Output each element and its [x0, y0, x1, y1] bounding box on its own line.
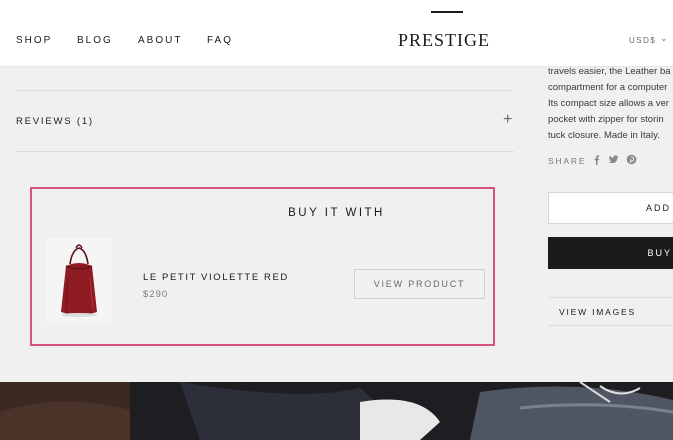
site-header: SHOP BLOG ABOUT FAQ PRESTIGE USD$ ⌄	[0, 0, 673, 67]
product-description-line: travels easier, the Leather ba	[548, 66, 671, 77]
share-label: SHARE	[548, 156, 587, 166]
divider	[548, 325, 673, 326]
product-image[interactable]	[46, 238, 112, 324]
twitter-icon[interactable]	[608, 154, 619, 165]
product-description-line: pocket with zipper for storin	[548, 114, 664, 125]
nav-faq[interactable]: FAQ	[207, 35, 233, 46]
product-description-line: compartment for a computer	[548, 82, 668, 93]
view-images-link[interactable]: VIEW IMAGES	[559, 307, 636, 317]
divider	[548, 297, 673, 298]
divider	[16, 90, 514, 91]
reviews-toggle[interactable]: REVIEWS (1)	[16, 116, 94, 127]
pinterest-icon[interactable]	[626, 154, 637, 165]
site-logo[interactable]: PRESTIGE	[398, 30, 490, 51]
view-product-button[interactable]: VIEW PRODUCT	[354, 269, 485, 299]
nav-shop[interactable]: SHOP	[16, 35, 52, 46]
plus-icon[interactable]: +	[503, 111, 512, 129]
logo-accent-bar	[431, 11, 463, 13]
product-price: $290	[143, 289, 169, 300]
buy-now-button[interactable]: BUY	[548, 237, 673, 269]
lifestyle-image	[0, 382, 673, 440]
currency-selector[interactable]: USD$	[629, 36, 656, 45]
product-description-line: tuck closure. Made in Italy.	[548, 130, 660, 141]
product-description-line: Its compact size allows a ver	[548, 98, 669, 109]
divider	[16, 151, 514, 152]
product-name-link[interactable]: LE PETIT VIOLETTE RED	[143, 272, 289, 283]
chevron-down-icon[interactable]: ⌄	[660, 33, 668, 44]
nav-about[interactable]: ABOUT	[138, 35, 182, 46]
nav-blog[interactable]: BLOG	[77, 35, 113, 46]
add-to-cart-button[interactable]: ADD	[548, 192, 673, 224]
facebook-icon[interactable]	[591, 154, 602, 165]
